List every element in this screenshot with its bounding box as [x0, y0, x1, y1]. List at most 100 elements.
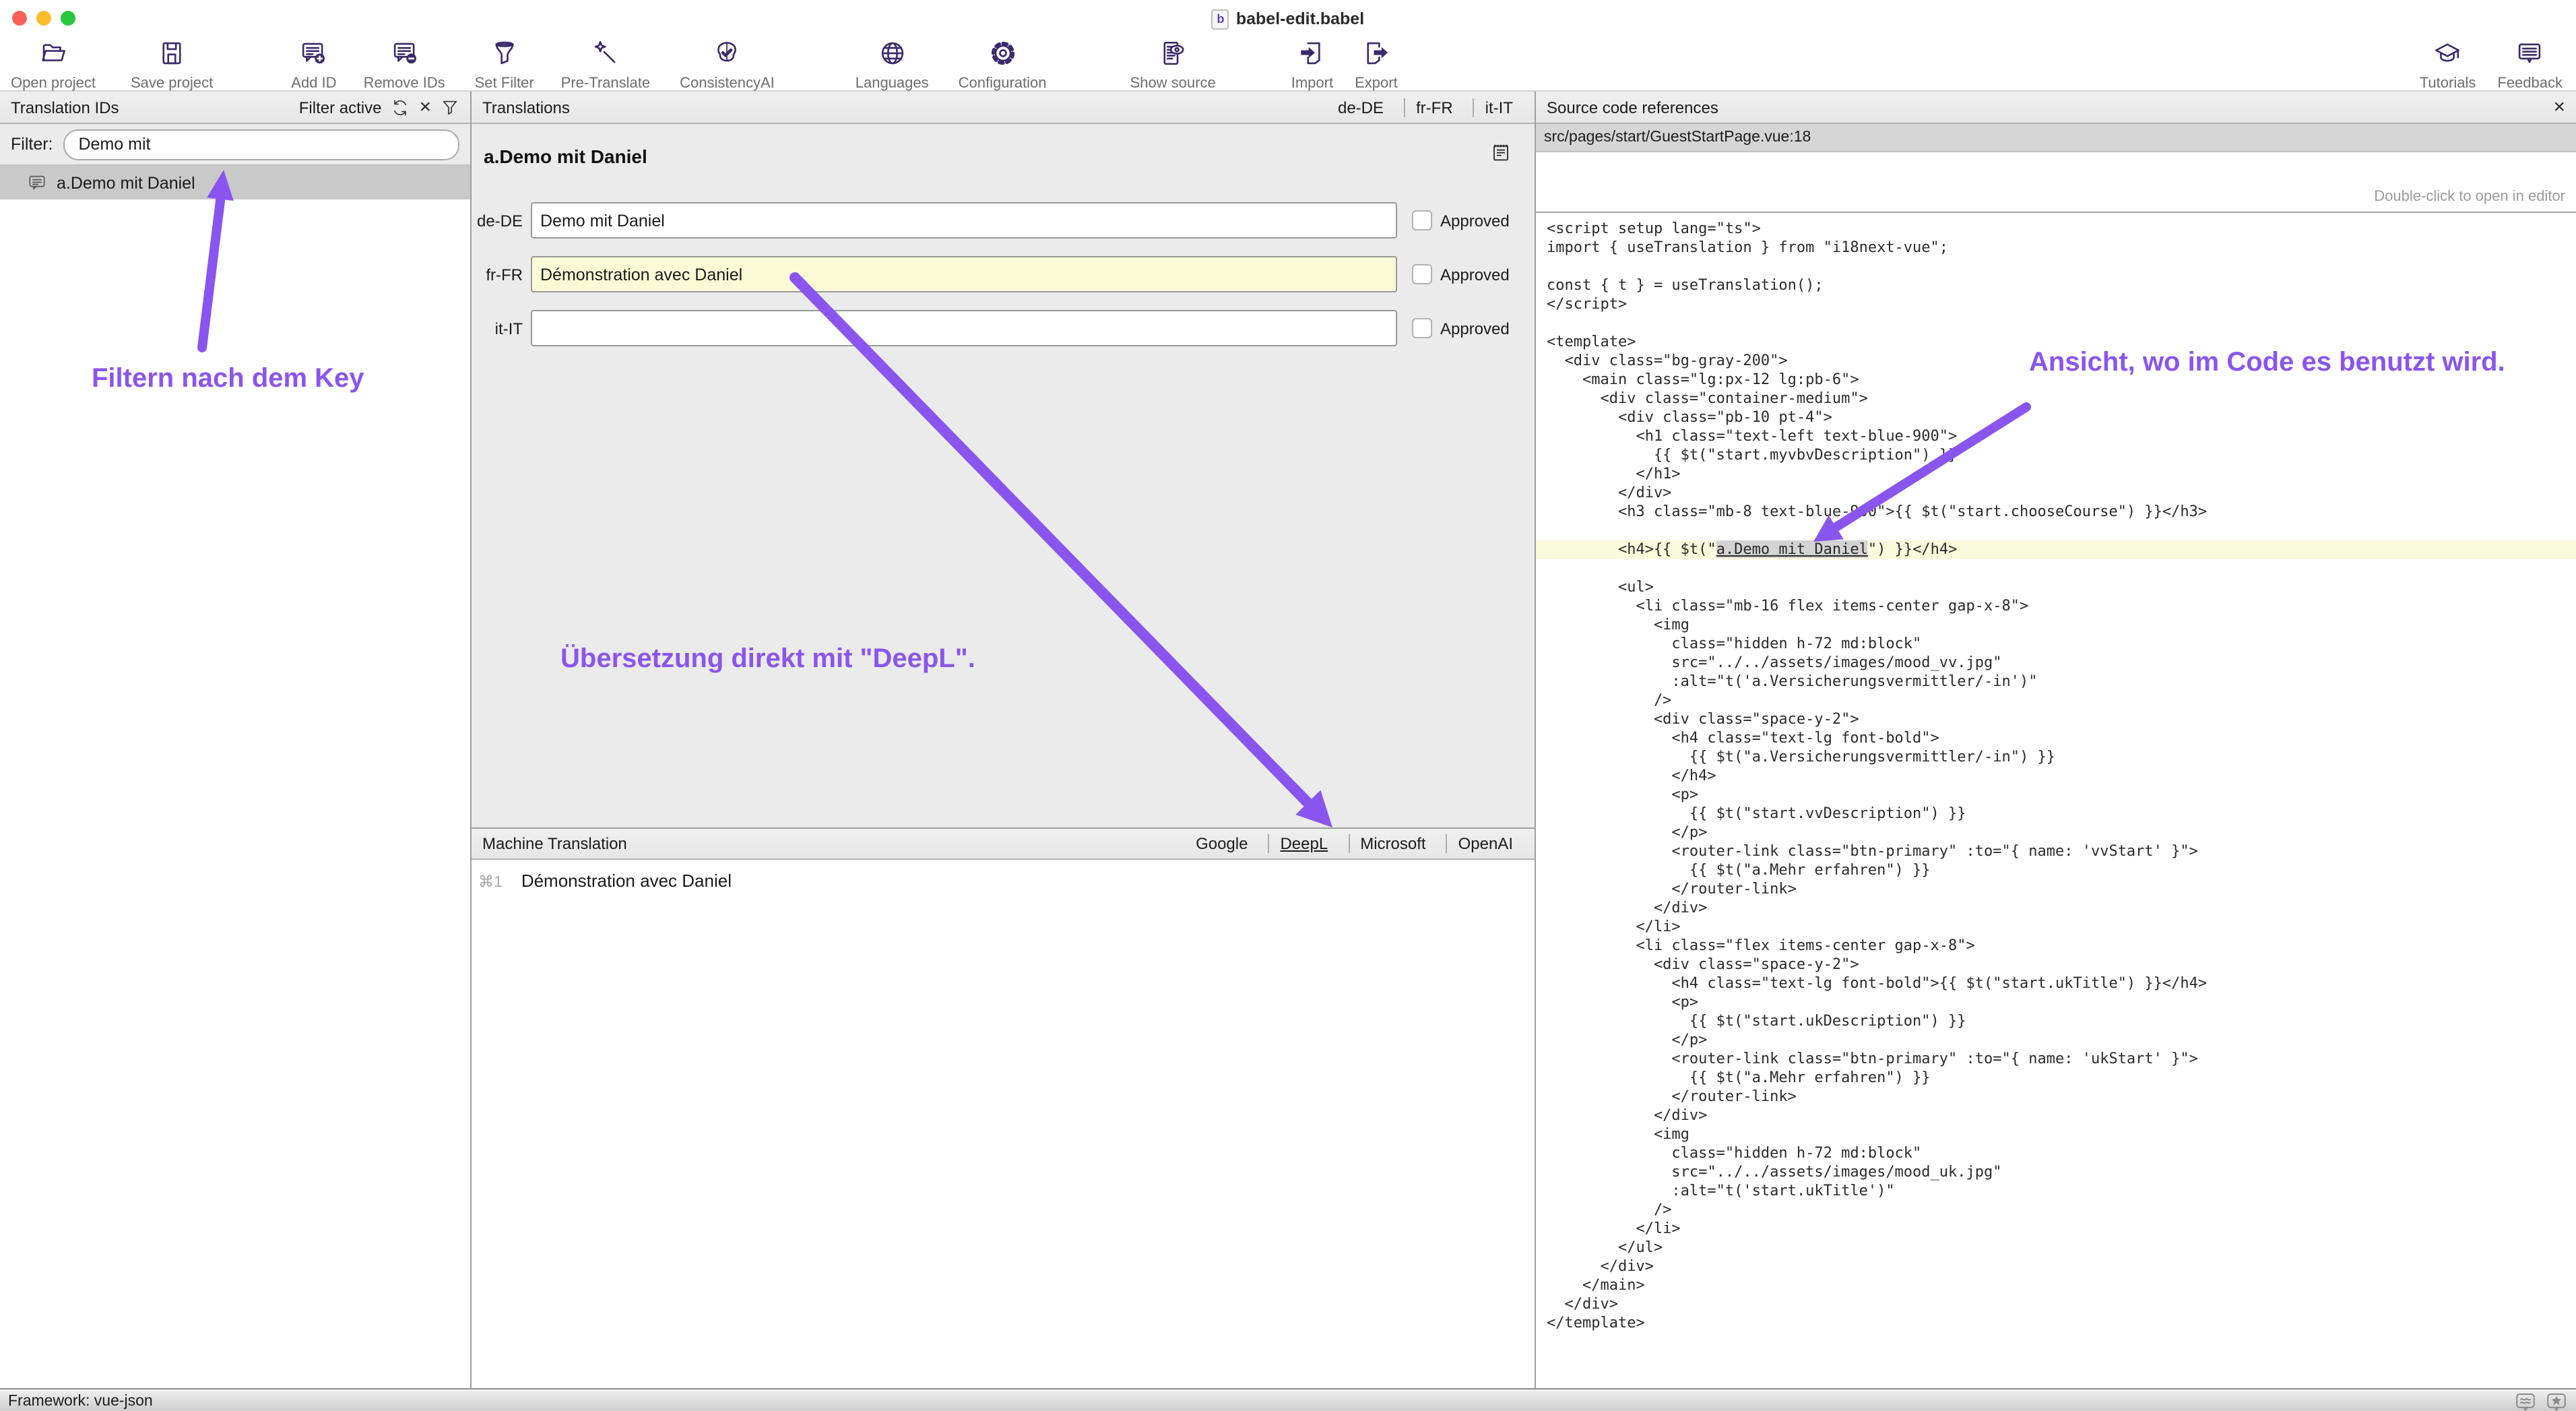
approved-checkbox-fr[interactable]: [1412, 264, 1432, 284]
code-line: src="../../assets/images/mood_vv.jpg": [1536, 654, 2576, 672]
filter-label: Filter:: [11, 135, 53, 154]
code-line: <p>: [1536, 993, 2576, 1012]
translation-ids-panel: Translation IDs Filter active × Filter: …: [0, 92, 472, 1388]
language-label: it-IT: [472, 319, 523, 338]
code-line: </h4>: [1536, 767, 2576, 786]
code-line: </router-link>: [1536, 1088, 2576, 1106]
translations-content: a.Demo mit Daniel de-DE Approved fr-FR A…: [472, 124, 1535, 827]
save-project-button[interactable]: Save project: [131, 39, 213, 92]
close-window-button[interactable]: [12, 11, 27, 26]
code-line: <router-link class="btn-primary" :to="{ …: [1536, 1050, 2576, 1069]
main-area: Translation IDs Filter active × Filter: …: [0, 92, 2576, 1388]
code-line: />: [1536, 1201, 2576, 1220]
configuration-button[interactable]: Configuration: [959, 39, 1047, 92]
code-line: <h4 class="text-lg font-bold">: [1536, 729, 2576, 748]
tab-it-IT[interactable]: it-IT: [1473, 98, 1524, 117]
zoom-window-button[interactable]: [61, 11, 75, 26]
open-project-button[interactable]: Open project: [11, 39, 96, 92]
filter-funnel-icon[interactable]: [441, 98, 459, 117]
title-bar: b babel-edit.babel: [0, 0, 2576, 38]
document-icon: b: [1212, 9, 1229, 29]
remove-ids-button[interactable]: Remove IDs: [364, 39, 445, 92]
approved-checkbox-it[interactable]: [1412, 318, 1432, 338]
code-line: </ul>: [1536, 1238, 2576, 1257]
tab-de-DE[interactable]: de-DE: [1327, 98, 1394, 117]
code-line: [1536, 559, 2576, 578]
translations-header: Translations de-DEfr-FRit-IT: [472, 92, 1535, 124]
tab-DeepL[interactable]: DeepL: [1268, 834, 1339, 853]
languages-button[interactable]: Languages: [856, 39, 929, 92]
source-reference-item[interactable]: src/pages/start/GuestStartPage.vue:18: [1536, 124, 2576, 152]
graduation-cap-icon: [2434, 39, 2462, 74]
code-line: <div class="pb-10 pt-4">: [1536, 408, 2576, 427]
show-source-button[interactable]: Show source: [1130, 39, 1216, 92]
code-line: />: [1536, 691, 2576, 710]
status-bar: Framework: vue-json: [0, 1388, 2576, 1411]
add-id-button[interactable]: Add ID: [291, 39, 336, 92]
code-line: [1536, 522, 2576, 540]
code-line: </template>: [1536, 1314, 2576, 1333]
globe-icon: [878, 39, 906, 74]
tab-fr-FR[interactable]: fr-FR: [1404, 98, 1464, 117]
clear-filter-icon[interactable]: ×: [419, 97, 431, 117]
translation-id-list-item[interactable]: a.Demo mit Daniel: [0, 166, 470, 199]
tutorials-button[interactable]: Tutorials: [2420, 39, 2476, 92]
rate-star-bubble-icon[interactable]: [2545, 1390, 2568, 1411]
import-button[interactable]: Import: [1291, 39, 1333, 92]
export-button[interactable]: Export: [1355, 39, 1398, 92]
filter-input[interactable]: [64, 129, 460, 160]
tab-Microsoft[interactable]: Microsoft: [1348, 834, 1436, 853]
notes-icon[interactable]: [1490, 142, 1512, 163]
code-line: <h4>{{ $t("a.Demo mit Daniel") }}</h4>: [1536, 540, 2576, 559]
code-line: {{ $t("start.myvbvDescription") }}: [1536, 446, 2576, 465]
code-line: const { t } = useTranslation();: [1536, 276, 2576, 295]
code-line: :alt="t('a.Versicherungsvermittler/-in')…: [1536, 672, 2576, 691]
refresh-icon[interactable]: [391, 98, 410, 117]
toolbar: Open project Save project Add ID Remove …: [0, 38, 2576, 92]
source-reference-path: src/pages/start/GuestStartPage.vue:18: [1544, 129, 1811, 146]
close-icon[interactable]: ×: [2553, 97, 2565, 117]
code-line: [1536, 314, 2576, 333]
export-icon: [1362, 39, 1390, 74]
approved-checkbox-de[interactable]: [1412, 210, 1432, 230]
panel-title: Translation IDs: [11, 98, 119, 117]
feedback-button[interactable]: Feedback: [2497, 39, 2563, 92]
code-line: </div>: [1536, 899, 2576, 918]
code-line: {{ $t("a.Mehr erfahren") }}: [1536, 1069, 2576, 1088]
window-controls: [12, 11, 75, 26]
tab-OpenAI[interactable]: OpenAI: [1446, 834, 1524, 853]
code-line: </div>: [1536, 1257, 2576, 1276]
code-line: </main>: [1536, 1276, 2576, 1295]
code-line: {{ $t("start.ukDescription") }}: [1536, 1012, 2576, 1031]
consistency-ai-button[interactable]: ConsistencyAI: [680, 39, 775, 92]
translation-input-fr[interactable]: [531, 256, 1397, 292]
translation-input-it[interactable]: [531, 310, 1397, 346]
tab-Google[interactable]: Google: [1185, 834, 1258, 853]
set-filter-button[interactable]: Set Filter: [475, 39, 534, 92]
floppy-disk-icon: [158, 39, 186, 74]
translation-input-de[interactable]: [531, 202, 1397, 239]
translation-row-fr: fr-FR Approved: [472, 256, 1535, 292]
machine-translation-result[interactable]: ⌘1 Démonstration avec Daniel: [478, 871, 732, 891]
panel-title: Source code references: [1547, 98, 1718, 117]
approved-label: Approved: [1440, 265, 1510, 284]
code-line: <p>: [1536, 786, 2576, 805]
language-label: fr-FR: [472, 265, 523, 284]
code-line: <li class="mb-16 flex items-center gap-x…: [1536, 597, 2576, 616]
code-line: {{ $t("a.Versicherungsvermittler/-in") }…: [1536, 748, 2576, 767]
code-line: :alt="t('start.ukTitle')": [1536, 1182, 2576, 1201]
language-label: de-DE: [472, 211, 523, 230]
magic-wand-icon: [591, 39, 620, 74]
source-code-view[interactable]: <script setup lang="ts">import { useTran…: [1536, 213, 2576, 1388]
machine-translation-content: ⌘1 Démonstration avec Daniel: [472, 860, 1535, 1388]
news-bubble-icon[interactable]: [2514, 1390, 2537, 1411]
minimize-window-button[interactable]: [36, 11, 51, 26]
translation-ids-header: Translation IDs Filter active ×: [0, 92, 470, 124]
provider-tabs: Google DeepL Microsoft OpenAI: [1185, 834, 1524, 853]
source-code-panel: Source code references × src/pages/start…: [1536, 92, 2576, 1388]
code-line: </p>: [1536, 823, 2576, 842]
speech-bubble-icon: [2516, 39, 2544, 74]
pre-translate-button[interactable]: Pre-Translate: [561, 39, 650, 92]
code-line: </div>: [1536, 484, 2576, 503]
code-line: </p>: [1536, 1031, 2576, 1050]
